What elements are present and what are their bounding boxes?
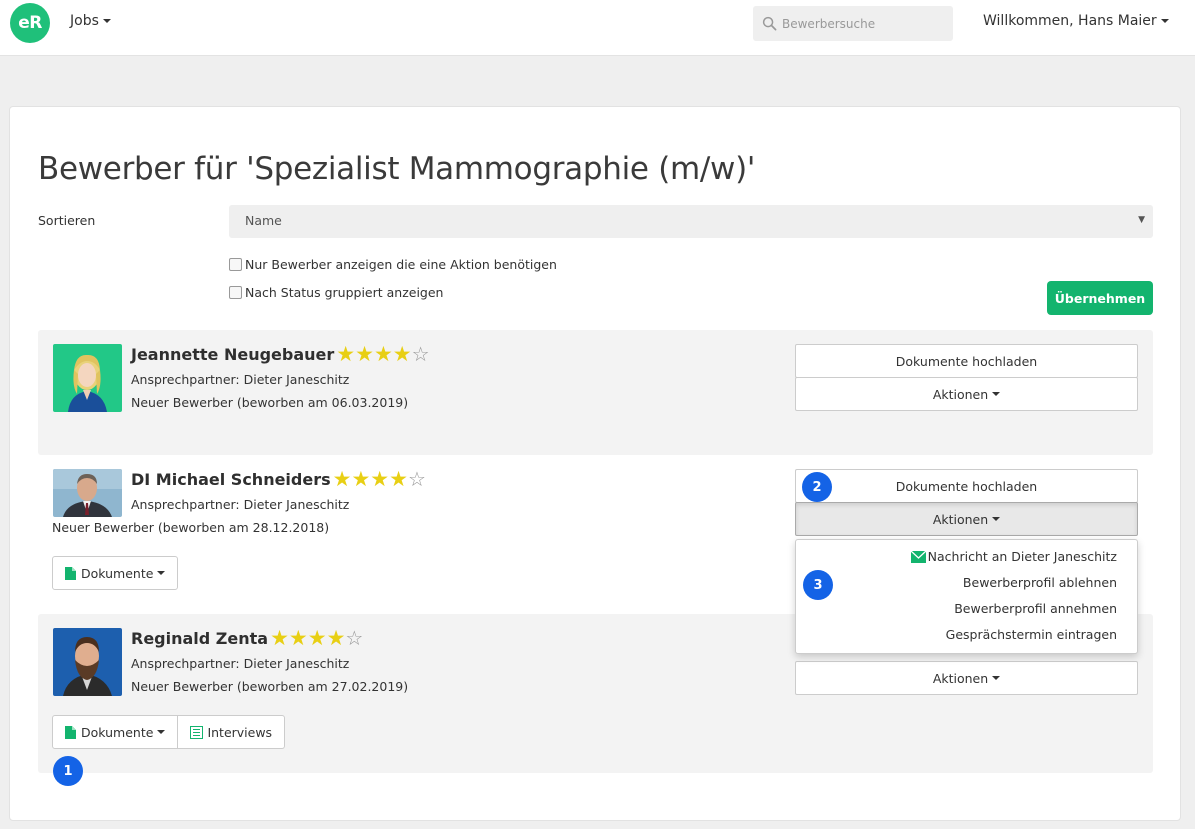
documents-button[interactable]: Dokumente: [52, 556, 179, 590]
documents-label: Dokumente: [81, 724, 154, 740]
chevron-down-icon: [102, 19, 111, 23]
upload-documents-button[interactable]: Dokumente hochladen: [795, 344, 1138, 378]
marker-badge: 3: [803, 570, 833, 600]
star-filled-icon[interactable]: ★: [289, 628, 308, 649]
filter-action-needed[interactable]: Nur Bewerber anzeigen die eine Aktion be…: [229, 257, 557, 272]
star-filled-icon[interactable]: ★: [327, 628, 346, 649]
filter-group-label: Nach Status gruppiert anzeigen: [245, 285, 444, 300]
star-filled-icon[interactable]: ★: [393, 344, 412, 365]
search-input[interactable]: [782, 6, 947, 41]
apply-button[interactable]: Übernehmen: [1047, 281, 1153, 315]
candidate-name[interactable]: Reginald Zenta ★ ★ ★ ★ ☆: [131, 628, 363, 649]
star-rating[interactable]: ★ ★ ★ ★ ☆: [270, 628, 363, 649]
caret-down-icon: ▼: [1138, 215, 1145, 225]
actions-dropdown-menu: Nachricht an Dieter Janeschitz Bewerberp…: [795, 539, 1138, 654]
candidate-status: Neuer Bewerber (beworben am 27.02.2019): [131, 679, 409, 694]
jobs-menu-label: Jobs: [70, 13, 99, 29]
filter-group-status[interactable]: Nach Status gruppiert anzeigen: [229, 285, 443, 300]
candidate-name-text: DI Michael Schneiders: [131, 470, 331, 489]
filter-action-checkbox[interactable]: [229, 258, 242, 271]
marker-badge: 2: [802, 472, 832, 502]
interviews-label: Interviews: [207, 724, 273, 740]
candidate-contact: Ansprechpartner: Dieter Janeschitz: [131, 372, 350, 387]
candidate-status: Neuer Bewerber (beworben am 06.03.2019): [131, 395, 409, 410]
sort-select-value: Name: [245, 213, 282, 228]
avatar[interactable]: [53, 628, 122, 696]
star-filled-icon[interactable]: ★: [351, 469, 370, 490]
filter-action-label: Nur Bewerber anzeigen die eine Aktion be…: [245, 257, 557, 272]
menu-item-reject-profile[interactable]: Bewerberprofil ablehnen: [963, 575, 1117, 590]
avatar[interactable]: [53, 344, 122, 412]
menu-item-send-message[interactable]: Nachricht an Dieter Janeschitz: [910, 549, 1117, 564]
upload-documents-button[interactable]: Dokumente hochladen: [795, 469, 1138, 503]
star-filled-icon[interactable]: ★: [270, 628, 289, 649]
chevron-down-icon: [992, 676, 1001, 680]
actions-button[interactable]: Aktionen: [795, 502, 1138, 536]
star-filled-icon[interactable]: ★: [389, 469, 408, 490]
interviews-button[interactable]: Interviews: [178, 715, 286, 749]
documents-button[interactable]: Dokumente: [52, 715, 179, 749]
star-filled-icon[interactable]: ★: [370, 469, 389, 490]
candidate-name-text: Jeannette Neugebauer: [131, 345, 335, 364]
menu-item-label: Nachricht an Dieter Janeschitz: [927, 549, 1117, 564]
candidate-contact: Ansprechpartner: Dieter Janeschitz: [131, 656, 350, 671]
list-icon: [190, 725, 204, 739]
search-icon: [762, 16, 777, 31]
document-icon: [65, 725, 76, 739]
document-icon: [65, 566, 76, 580]
actions-button[interactable]: Aktionen: [795, 661, 1138, 695]
star-filled-icon[interactable]: ★: [336, 344, 355, 365]
candidate-name[interactable]: Jeannette Neugebauer ★ ★ ★ ★ ☆: [131, 344, 430, 365]
jobs-menu[interactable]: Jobs: [70, 13, 111, 29]
documents-button-group: Dokumente Interviews: [52, 715, 286, 749]
user-greeting: Willkommen, Hans Maier: [983, 13, 1157, 29]
top-navbar: eR Jobs Willkommen, Hans Maier: [0, 0, 1195, 56]
candidate-name[interactable]: DI Michael Schneiders ★ ★ ★ ★ ☆: [131, 469, 426, 490]
documents-label: Dokumente: [81, 565, 154, 581]
star-rating[interactable]: ★ ★ ★ ★ ☆: [333, 469, 426, 490]
star-empty-icon[interactable]: ☆: [408, 469, 426, 490]
chevron-down-icon: [157, 571, 166, 575]
user-menu[interactable]: Willkommen, Hans Maier: [983, 13, 1169, 29]
main-panel: Bewerber für 'Spezialist Mammographie (m…: [9, 106, 1181, 821]
star-filled-icon[interactable]: ★: [308, 628, 327, 649]
sort-select[interactable]: Name ▼: [229, 205, 1153, 238]
candidate-status: Neuer Bewerber (beworben am 28.12.2018): [52, 520, 330, 535]
candidate-contact: Ansprechpartner: Dieter Janeschitz: [131, 497, 350, 512]
marker-badge: 1: [53, 756, 83, 786]
chevron-down-icon: [157, 730, 166, 734]
candidate-name-text: Reginald Zenta: [131, 629, 269, 648]
star-filled-icon[interactable]: ★: [374, 344, 393, 365]
menu-item-accept-profile[interactable]: Bewerberprofil annehmen: [954, 601, 1117, 616]
star-rating[interactable]: ★ ★ ★ ★ ☆: [336, 344, 429, 365]
page-title: Bewerber für 'Spezialist Mammographie (m…: [38, 151, 756, 187]
star-empty-icon[interactable]: ☆: [345, 628, 363, 649]
chevron-down-icon: [1160, 19, 1169, 23]
menu-item-label: Bewerberprofil ablehnen: [962, 575, 1117, 590]
star-empty-icon[interactable]: ☆: [412, 344, 430, 365]
actions-label: Aktionen: [932, 386, 989, 402]
star-filled-icon[interactable]: ★: [333, 469, 352, 490]
chevron-down-icon: [992, 392, 1001, 396]
sort-label: Sortieren: [38, 213, 96, 228]
actions-button[interactable]: Aktionen: [795, 377, 1138, 411]
menu-item-label: Bewerberprofil annehmen: [954, 601, 1117, 616]
app-logo[interactable]: eR: [10, 3, 50, 43]
star-filled-icon[interactable]: ★: [355, 344, 374, 365]
menu-item-label: Gesprächstermin eintragen: [945, 627, 1117, 642]
envelope-icon: [910, 550, 926, 563]
menu-item-schedule-interview[interactable]: Gesprächstermin eintragen: [946, 627, 1117, 642]
actions-label: Aktionen: [932, 670, 989, 686]
candidate-card: Jeannette Neugebauer ★ ★ ★ ★ ☆ Ansprechp…: [38, 330, 1153, 455]
filter-group-checkbox[interactable]: [229, 286, 242, 299]
avatar[interactable]: [53, 469, 122, 517]
chevron-down-icon: [992, 517, 1001, 521]
search-box: [753, 6, 953, 41]
documents-button-group: Dokumente: [52, 556, 179, 590]
actions-label: Aktionen: [932, 511, 989, 527]
